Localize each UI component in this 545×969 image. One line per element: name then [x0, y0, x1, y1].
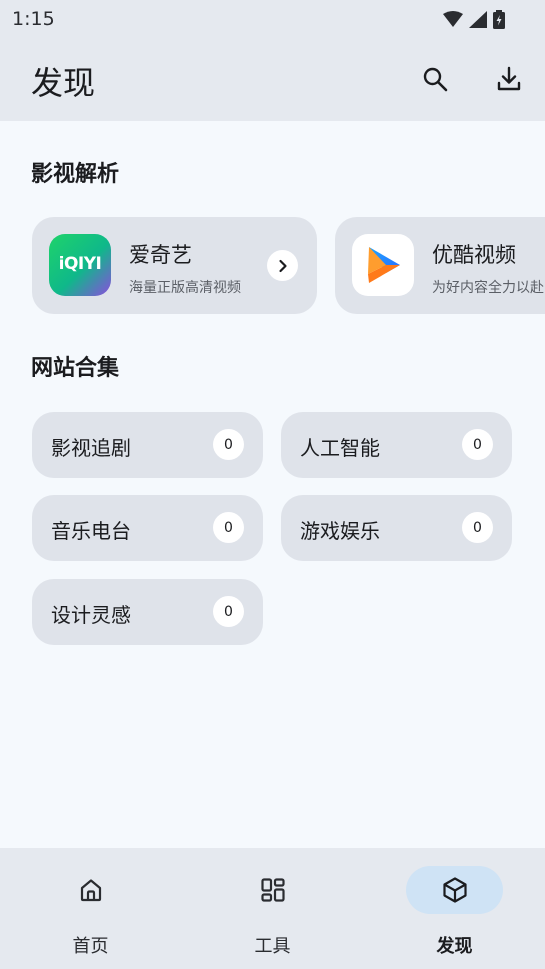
video-app-carousel[interactable]: iQIYI 爱奇艺 海量正版高清视频 优酷视频 为好内容全力以赴 [0, 217, 545, 315]
category-chip[interactable]: 人工智能 0 [281, 412, 512, 478]
status-icons [443, 9, 505, 29]
wifi-icon [443, 11, 463, 27]
app-desc: 海量正版高清视频 [129, 280, 241, 296]
bottom-navigation: 首页 工具 发现 [0, 848, 545, 969]
nav-item-discover[interactable]: 发现 [364, 848, 545, 969]
grid-icon [260, 878, 285, 902]
chevron-right-icon [278, 259, 287, 272]
open-app-button[interactable] [267, 250, 298, 281]
iqiyi-logo-text: iQIYI [58, 254, 102, 274]
download-icon [497, 66, 521, 91]
app-card-iqiyi[interactable]: iQIYI 爱奇艺 海量正版高清视频 [32, 217, 317, 314]
category-chip[interactable]: 音乐电台 0 [32, 495, 263, 561]
iqiyi-logo: iQIYI [49, 234, 111, 296]
nav-item-tools[interactable]: 工具 [182, 848, 363, 969]
page-title: 发现 [31, 64, 96, 102]
download-button[interactable] [492, 62, 526, 96]
category-count-badge: 0 [462, 512, 493, 543]
section-title-video-parse: 影视解析 [31, 162, 120, 187]
category-chip[interactable]: 设计灵感 0 [32, 579, 263, 645]
nav-label: 发现 [436, 936, 473, 957]
category-label: 音乐电台 [51, 519, 131, 543]
status-bar: 1:15 [0, 0, 545, 38]
active-indicator [406, 866, 503, 914]
category-chip[interactable]: 游戏娱乐 0 [281, 495, 512, 561]
nav-item-home[interactable]: 首页 [0, 848, 181, 969]
app-bar: 发现 [0, 38, 545, 121]
category-label: 设计灵感 [51, 603, 131, 627]
signal-icon [469, 10, 487, 28]
nav-label: 首页 [72, 936, 109, 957]
category-chip[interactable]: 影视追剧 0 [32, 412, 263, 478]
app-desc: 为好内容全力以赴 [432, 280, 544, 296]
category-count-badge: 0 [462, 429, 493, 460]
app-name: 爱奇艺 [129, 243, 192, 267]
battery-icon [493, 9, 505, 29]
category-label: 游戏娱乐 [300, 519, 380, 543]
category-count-badge: 0 [213, 429, 244, 460]
category-count-badge: 0 [213, 596, 244, 627]
search-button[interactable] [418, 62, 452, 96]
search-icon [423, 67, 448, 92]
nav-label: 工具 [254, 936, 291, 957]
status-time: 1:15 [12, 8, 55, 30]
app-name: 优酷视频 [432, 243, 516, 267]
category-count-badge: 0 [213, 512, 244, 543]
cube-icon [442, 877, 467, 903]
app-card-youku[interactable]: 优酷视频 为好内容全力以赴 [335, 217, 545, 314]
category-label: 影视追剧 [51, 436, 131, 460]
youku-logo [352, 234, 414, 296]
category-label: 人工智能 [300, 436, 380, 460]
section-title-site-collection: 网站合集 [31, 356, 120, 381]
home-icon [80, 879, 101, 902]
